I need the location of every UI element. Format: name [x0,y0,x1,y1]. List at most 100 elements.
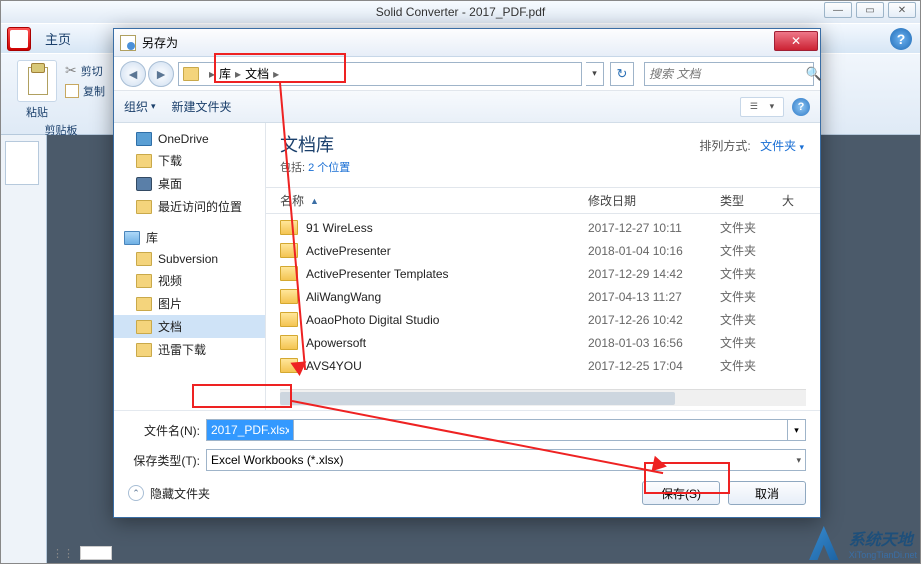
sidebar-item[interactable]: OneDrive [114,129,265,149]
sidebar: OneDrive下载桌面最近访问的位置库Subversion 视频图片文档迅雷下载 [114,123,266,410]
minimize-button[interactable]: — [824,2,852,18]
filename-dropdown[interactable]: ▾ [788,419,806,441]
column-headers: 名称▲ 修改日期 类型 大 [266,187,820,214]
sidebar-item[interactable]: 图片 [114,292,265,315]
nav-back-button[interactable]: ◄ [120,61,146,87]
refresh-button[interactable]: ↻ [610,62,634,86]
file-row[interactable]: ActivePresenter Templates2017-12-29 14:4… [266,262,820,285]
dialog-body: OneDrive下载桌面最近访问的位置库Subversion 视频图片文档迅雷下载… [114,123,820,410]
folder-icon [280,358,298,373]
file-name: Apowersoft [306,336,588,350]
sidebar-item-label: 库 [146,229,158,246]
close-button[interactable]: ✕ [888,2,916,18]
cancel-button[interactable]: 取消 [728,481,806,505]
filename-input[interactable] [211,423,289,437]
help-icon[interactable]: ? [890,28,912,50]
file-name: ActivePresenter Templates [306,267,588,281]
breadcrumb-sep-icon: ▸ [273,67,279,81]
sidebar-item[interactable]: 下载 [114,149,265,172]
dialog-close-button[interactable]: ✕ [774,31,818,51]
sidebar-item[interactable]: 文档 [114,315,265,338]
file-row[interactable]: Apowersoft2018-01-03 16:56文件夹 [266,331,820,354]
file-row[interactable]: AVS4YOU2017-12-25 17:04文件夹 [266,354,820,377]
dialog-title: 另存为 [142,34,178,51]
maximize-button[interactable]: ▭ [856,2,884,18]
file-list[interactable]: 91 WireLess2017-12-27 10:11文件夹ActivePres… [266,214,820,389]
sidebar-item-label: 图片 [158,295,182,312]
file-date: 2018-01-04 10:16 [588,244,720,258]
sidebar-item-label: 桌面 [158,175,182,192]
app-titlebar: Solid Converter - 2017_PDF.pdf — ▭ ✕ [1,1,920,23]
sidebar-item[interactable]: 桌面 [114,172,265,195]
help-icon[interactable]: ? [792,98,810,116]
breadcrumb-root[interactable]: 库 [219,65,231,82]
search-field[interactable] [649,67,806,81]
file-type: 文件夹 [720,219,782,236]
view-mode-button[interactable]: ☰▾ [740,97,784,117]
sidebar-item[interactable]: Subversion [114,249,265,269]
hide-folders-toggle[interactable]: ⌃ 隐藏文件夹 [128,485,210,502]
col-name[interactable]: 名称▲ [280,192,588,209]
folder-icon [280,335,298,350]
chevron-down-icon: ▾ [799,142,804,152]
paste-icon[interactable] [17,60,57,102]
file-row[interactable]: AliWangWang2017-04-13 11:27文件夹 [266,285,820,308]
app-title: Solid Converter - 2017_PDF.pdf [376,5,545,19]
list-icon: ☰ [750,101,758,112]
tab-home[interactable]: 主页 [45,29,71,48]
scrollbar-thumb[interactable] [280,392,675,405]
window-controls: — ▭ ✕ [824,2,916,18]
file-date: 2018-01-03 16:56 [588,336,720,350]
copy-button[interactable]: 复制 [65,83,105,99]
search-input[interactable]: 🔍 [644,62,814,86]
sidebar-item[interactable]: 视频 [114,269,265,292]
paste-label: 粘贴 [26,104,48,120]
col-type[interactable]: 类型 [720,192,782,209]
sidebar-item[interactable]: 最近访问的位置 [114,195,265,218]
thumbnail-panel [1,135,47,563]
location-icon [183,67,199,81]
file-row[interactable]: ActivePresenter2018-01-04 10:16文件夹 [266,239,820,262]
file-name: AoaoPhoto Digital Studio [306,313,588,327]
file-name: ActivePresenter [306,244,588,258]
sidebar-item[interactable]: 库 [114,226,265,249]
filetype-combo[interactable]: Excel Workbooks (*.xlsx) ▾ [206,449,806,471]
save-button[interactable]: 保存(S) [642,481,720,505]
folder-icon [136,154,152,168]
save-as-dialog: 另存为 ✕ ◄ ► ▸ 库 ▸ 文档 ▸ ▾ ↻ 🔍 组织 ▾ 新建文件夹 ☰▾… [113,28,821,518]
breadcrumb-dropdown[interactable]: ▾ [586,62,604,86]
panel-subtitle: 包括: 2 个位置 [280,159,806,175]
folder-icon [136,320,152,334]
folder-icon [136,252,152,266]
locations-link[interactable]: 2 个位置 [308,162,350,174]
breadcrumb-folder[interactable]: 文档 [245,65,269,82]
breadcrumb[interactable]: ▸ 库 ▸ 文档 ▸ [178,62,582,86]
filename-input-rest[interactable] [294,419,788,441]
new-folder-button[interactable]: 新建文件夹 [172,98,232,115]
watermark-logo-icon [803,526,845,560]
file-row[interactable]: 91 WireLess2017-12-27 10:11文件夹 [266,216,820,239]
page-thumbnail[interactable] [5,141,39,185]
folder-icon [280,289,298,304]
folder-icon [136,177,152,191]
nav-forward-button[interactable]: ► [148,61,174,87]
watermark: 系统天地 XiTongTianDi.net [803,526,917,560]
organize-button[interactable]: 组织 ▾ [124,98,156,115]
cut-button[interactable]: ✂剪切 [65,62,105,79]
sort-value[interactable]: 文件夹 [760,139,796,153]
sidebar-item[interactable]: 迅雷下载 [114,338,265,361]
chevron-down-icon: ▾ [151,101,156,112]
search-icon: 🔍 [806,66,822,82]
chevron-down-icon: ▾ [770,101,775,112]
sort-control[interactable]: 排列方式: 文件夹 ▾ [699,137,804,154]
sidebar-item-label: Subversion [158,252,218,266]
file-date: 2017-12-29 14:42 [588,267,720,281]
file-row[interactable]: AoaoPhoto Digital Studio2017-12-26 10:42… [266,308,820,331]
horizontal-scrollbar[interactable] [280,389,806,406]
col-size[interactable]: 大 [782,192,806,209]
file-date: 2017-04-13 11:27 [588,290,720,304]
breadcrumb-sep-icon: ▸ [209,67,215,81]
expand-icon: ⌃ [128,485,144,501]
filetype-label: 保存类型(T): [128,452,206,469]
col-date[interactable]: 修改日期 [588,192,720,209]
